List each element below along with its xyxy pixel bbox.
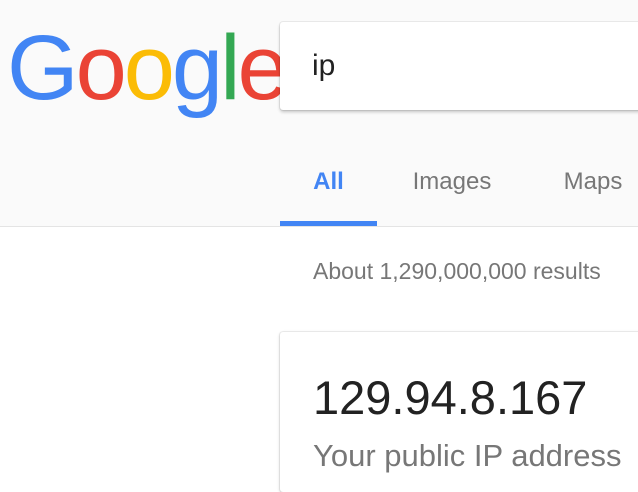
tab-label: Maps	[563, 168, 623, 195]
logo-letter: g	[171, 17, 223, 119]
logo-letter: o	[123, 17, 175, 119]
search-box[interactable]	[280, 22, 638, 110]
logo-letter: e	[237, 17, 289, 119]
tab-label: Images	[412, 168, 492, 195]
tab-maps[interactable]: Maps	[527, 150, 638, 226]
search-input[interactable]	[312, 44, 632, 88]
logo-letter: G	[7, 17, 79, 119]
tab-label: All	[313, 168, 344, 195]
logo-letter: o	[75, 17, 127, 119]
ip-address-caption: Your public IP address	[313, 438, 622, 473]
ip-address-value: 129.94.8.167	[313, 371, 588, 424]
tab-all[interactable]: All	[280, 150, 377, 226]
tab-images[interactable]: Images	[377, 150, 527, 226]
result-stats: About 1,290,000,000 results	[313, 258, 601, 284]
search-header: G o o g l e All Images Maps	[0, 0, 638, 227]
ip-answer-card: 129.94.8.167 Your public IP address	[280, 332, 638, 492]
search-tabs: All Images Maps	[280, 150, 638, 226]
logo-letter: l	[220, 17, 241, 119]
google-logo[interactable]: G o o g l e	[7, 17, 289, 119]
